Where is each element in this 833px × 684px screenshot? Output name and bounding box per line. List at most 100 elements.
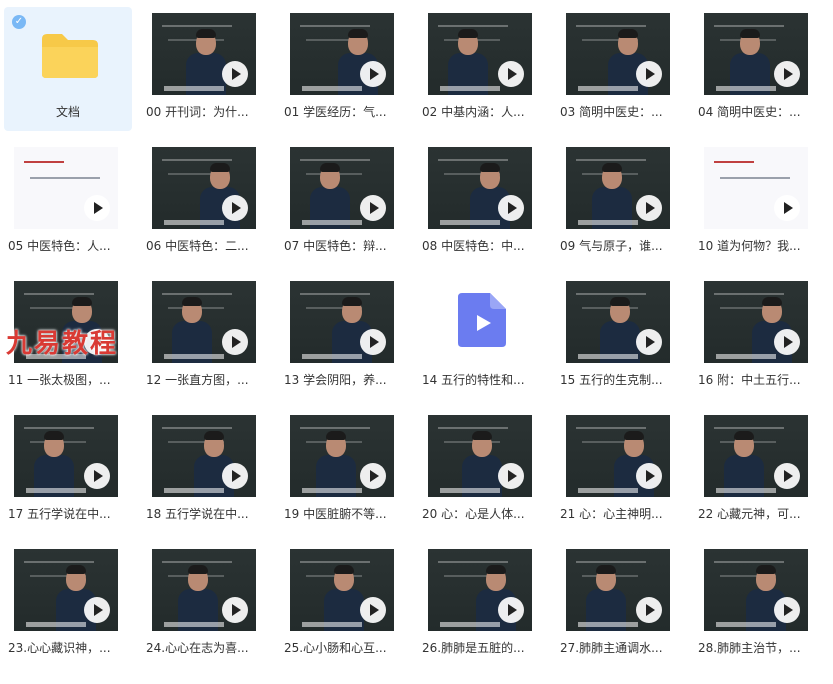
video-file-item[interactable]: 12 一张直方图，... <box>142 275 270 399</box>
video-file-item[interactable]: 04 简明中医史：... <box>694 7 822 131</box>
video-file-item[interactable]: 06 中医特色：二... <box>142 141 270 265</box>
video-file-item[interactable]: 05 中医特色：人... <box>4 141 132 265</box>
video-file-item[interactable]: 03 简明中医史：... <box>556 7 684 131</box>
play-icon[interactable] <box>636 329 662 355</box>
file-name: 06 中医特色：二... <box>146 239 249 253</box>
play-icon[interactable] <box>222 61 248 87</box>
video-file-item[interactable]: 23.心心藏识神，... <box>4 543 132 667</box>
thumbnail-text-line <box>438 561 508 563</box>
play-icon[interactable] <box>774 463 800 489</box>
thumbnail-text-line <box>300 427 370 429</box>
subtitle-strip <box>26 488 86 493</box>
file-name: 05 中医特色：人... <box>8 239 111 253</box>
video-thumbnail <box>566 281 670 363</box>
video-thumbnail <box>704 13 808 95</box>
folder-item[interactable]: ✓ 文档 <box>4 7 132 131</box>
play-icon[interactable] <box>774 195 800 221</box>
video-thumbnail <box>566 13 670 95</box>
play-icon[interactable] <box>84 597 110 623</box>
play-icon[interactable] <box>774 329 800 355</box>
play-icon[interactable] <box>774 61 800 87</box>
video-file-item[interactable]: 26.肺肺是五脏的... <box>418 543 546 667</box>
video-file-item[interactable]: 24.心心在志为喜... <box>142 543 270 667</box>
video-file-item[interactable]: 01 学医经历：气... <box>280 7 408 131</box>
play-icon[interactable] <box>360 61 386 87</box>
video-file-item[interactable]: 07 中医特色：辩... <box>280 141 408 265</box>
file-name: 10 道为何物？我... <box>698 239 801 253</box>
video-thumbnail <box>290 147 394 229</box>
subtitle-strip <box>578 354 638 359</box>
video-file-item[interactable]: 21 心：心主神明... <box>556 409 684 533</box>
video-file-item[interactable]: 08 中医特色：中... <box>418 141 546 265</box>
play-icon[interactable] <box>360 195 386 221</box>
file-name: 14 五行的特性和... <box>422 373 525 387</box>
video-file-item[interactable]: 28.肺肺主治节，... <box>694 543 822 667</box>
video-file-item[interactable]: 09 气与原子，谁... <box>556 141 684 265</box>
video-thumbnail <box>704 415 808 497</box>
check-icon[interactable]: ✓ <box>12 15 26 29</box>
video-file-item[interactable]: 19 中医脏腑不等... <box>280 409 408 533</box>
thumbnail-text-line <box>162 25 232 27</box>
play-icon[interactable] <box>636 195 662 221</box>
play-icon[interactable] <box>498 61 524 87</box>
video-file-item[interactable]: 18 五行学说在中... <box>142 409 270 533</box>
play-icon[interactable] <box>222 463 248 489</box>
video-thumbnail <box>14 147 118 229</box>
video-thumbnail <box>152 147 256 229</box>
video-file-item[interactable]: 14 五行的特性和... <box>418 275 546 399</box>
subtitle-strip <box>440 488 500 493</box>
file-name: 03 简明中医史：... <box>560 105 663 119</box>
video-file-item[interactable]: 20 心：心是人体... <box>418 409 546 533</box>
video-thumbnail <box>704 549 808 631</box>
video-file-item[interactable]: 10 道为何物？我... <box>694 141 822 265</box>
thumbnail-text-line <box>162 427 232 429</box>
play-icon[interactable] <box>360 597 386 623</box>
video-thumbnail <box>290 549 394 631</box>
play-icon[interactable] <box>222 597 248 623</box>
file-name: 19 中医脏腑不等... <box>284 507 387 521</box>
play-icon[interactable] <box>84 195 110 221</box>
file-name: 17 五行学说在中... <box>8 507 111 521</box>
subtitle-strip <box>716 488 776 493</box>
video-thumbnail <box>152 13 256 95</box>
video-file-item[interactable]: 22 心藏元神，可... <box>694 409 822 533</box>
subtitle-strip <box>578 488 638 493</box>
file-name: 01 学医经历：气... <box>284 105 387 119</box>
file-name: 20 心：心是人体... <box>422 507 525 521</box>
play-icon[interactable] <box>636 61 662 87</box>
play-icon[interactable] <box>636 597 662 623</box>
play-icon[interactable] <box>774 597 800 623</box>
video-file-item[interactable]: 27.肺肺主通调水... <box>556 543 684 667</box>
video-thumbnail <box>428 13 532 95</box>
file-name: 09 气与原子，谁... <box>560 239 663 253</box>
play-icon[interactable] <box>222 195 248 221</box>
file-name: 11 一张太极图，... <box>8 373 111 387</box>
play-icon[interactable] <box>498 597 524 623</box>
play-icon[interactable] <box>636 463 662 489</box>
subtitle-strip <box>302 622 362 627</box>
thumbnail-text-line <box>162 561 232 563</box>
file-name: 24.心心在志为喜... <box>146 641 249 655</box>
play-icon[interactable] <box>498 463 524 489</box>
video-file-item[interactable]: 15 五行的生克制... <box>556 275 684 399</box>
play-icon[interactable] <box>360 463 386 489</box>
video-file-item[interactable]: 17 五行学说在中... <box>4 409 132 533</box>
play-icon[interactable] <box>360 329 386 355</box>
play-icon[interactable] <box>498 195 524 221</box>
file-name: 16 附：中土五行... <box>698 373 801 387</box>
play-icon[interactable] <box>84 463 110 489</box>
file-name: 12 一张直方图，... <box>146 373 249 387</box>
video-file-item[interactable]: 16 附：中土五行... <box>694 275 822 399</box>
thumbnail-text-line <box>24 561 94 563</box>
video-file-item[interactable]: 00 开刊词：为什... <box>142 7 270 131</box>
thumbnail-text-line <box>24 161 64 163</box>
file-name: 23.心心藏识神，... <box>8 641 111 655</box>
video-file-item[interactable]: 02 中基内涵：人... <box>418 7 546 131</box>
play-icon[interactable] <box>222 329 248 355</box>
subtitle-strip <box>164 220 224 225</box>
video-file-item[interactable]: 25.心小肠和心互... <box>280 543 408 667</box>
file-name: 18 五行学说在中... <box>146 507 249 521</box>
video-file-item[interactable]: 13 学会阴阳，养... <box>280 275 408 399</box>
file-name: 25.心小肠和心互... <box>284 641 387 655</box>
subtitle-strip <box>26 622 86 627</box>
